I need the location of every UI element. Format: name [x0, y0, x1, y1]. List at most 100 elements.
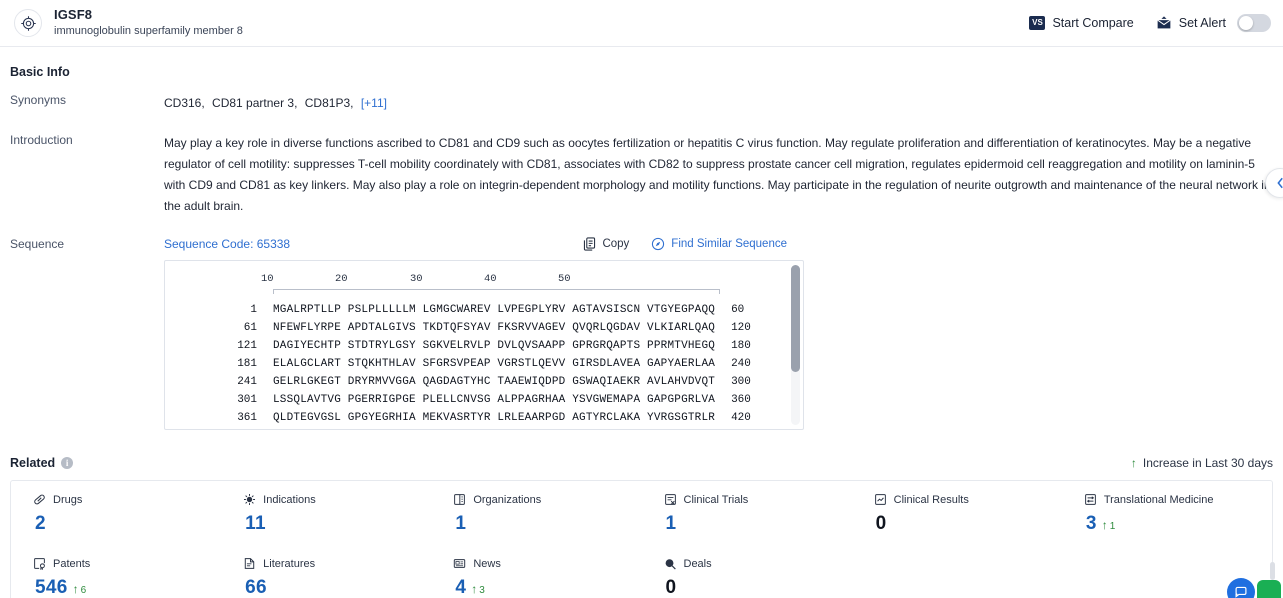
pill-icon	[33, 493, 46, 506]
card-label-row: Indications	[243, 493, 431, 506]
copy-button[interactable]: Copy	[583, 237, 629, 251]
card-value-row: 2	[33, 513, 221, 535]
patent-icon	[33, 557, 46, 570]
card-count: 4	[455, 577, 467, 598]
card-label-row: Translational Medicine	[1084, 493, 1272, 506]
info-icon[interactable]: i	[61, 457, 74, 469]
news-icon	[453, 557, 466, 570]
synonym-item: CD81 partner 3,	[212, 96, 298, 110]
card-value-row: 0	[874, 513, 1062, 535]
sequence-scrollbar-thumb[interactable]	[791, 265, 800, 372]
card-value-row: 1	[664, 513, 852, 535]
card-label-row: Clinical Results	[874, 493, 1062, 506]
related-card-clinical-trials[interactable]: Clinical Trials 1	[642, 481, 852, 545]
page-body: Basic Info Synonyms CD316, CD81 partner …	[0, 65, 1283, 598]
card-value-row: 11	[243, 513, 431, 535]
card-delta-value: 6	[80, 585, 87, 596]
sequence-residues: GELRLGKEGT DRYRMVVGGA QAGDAGTYHC TAAEWIQ…	[273, 376, 716, 388]
clinical-trial-icon	[664, 493, 677, 506]
copy-icon	[583, 237, 596, 251]
related-card-drugs[interactable]: Drugs 2	[11, 481, 221, 545]
card-label-row: Patents	[33, 557, 221, 570]
card-count: 66	[245, 577, 267, 598]
set-alert-button[interactable]: Set Alert	[1156, 14, 1271, 32]
card-count: 0	[875, 513, 887, 534]
sequence-residues: NFEWFLYRPE APDTALGIVS TKDTQFSYAV FKSRVVA…	[273, 322, 716, 334]
literature-icon	[243, 557, 256, 570]
sequence-tools: Copy Find Similar Sequence	[583, 237, 1273, 251]
related-card-patents[interactable]: Patents 546 ↑ 6	[11, 545, 221, 598]
virus-icon	[243, 493, 256, 506]
sequence-residues: LSSQLAVTVG PGERRIGPGE PLELLCNVSG ALPPAGR…	[273, 394, 716, 406]
sequence-end-index: 180	[731, 340, 751, 352]
chat-icon	[1234, 585, 1248, 598]
assistant-fab-button[interactable]	[1257, 580, 1281, 598]
card-label: News	[473, 557, 501, 570]
sequence-ruler: 10 20 30 40 50	[165, 273, 803, 297]
find-similar-sequence-button[interactable]: Find Similar Sequence	[651, 237, 787, 251]
sequence-end-index: 120	[731, 322, 751, 334]
card-label-row: Deals	[664, 557, 852, 570]
set-alert-toggle[interactable]	[1237, 14, 1271, 32]
ruler-tick: 20	[335, 273, 348, 285]
card-value-row: 546 ↑ 6	[33, 577, 221, 598]
translational-icon	[1084, 493, 1097, 506]
target-gene-icon	[14, 9, 42, 37]
ruler-line	[273, 289, 720, 294]
related-legend: ↑ Increase in Last 30 days	[1131, 456, 1273, 470]
card-count: 1	[455, 513, 467, 534]
chevron-left-icon	[1276, 177, 1283, 189]
sequence-line: 361 QLDTEGVGSL GPGYEGRHIA MEKVASRTYR LRL…	[165, 409, 803, 427]
deal-icon	[664, 557, 677, 570]
chat-fab-button[interactable]	[1227, 578, 1255, 598]
related-card-news[interactable]: News 4 ↑ 3	[431, 545, 641, 598]
card-delta-value: 3	[479, 585, 485, 596]
card-label: Drugs	[53, 493, 83, 506]
sequence-end-index: 300	[731, 376, 751, 388]
up-arrow-icon: ↑	[1101, 518, 1108, 532]
card-delta: ↑ 1	[1102, 518, 1116, 532]
start-compare-button[interactable]: VS Start Compare	[1029, 16, 1134, 30]
synonyms-label: Synonyms	[10, 93, 67, 107]
page-title: IGSF8	[54, 7, 93, 23]
sequence-code[interactable]: Sequence Code: 65338	[164, 237, 290, 251]
ruler-tick: 10	[261, 273, 274, 285]
card-label-row: Organizations	[453, 493, 641, 506]
start-compare-label: Start Compare	[1052, 16, 1134, 30]
sequence-line: 61 NFEWFLYRPE APDTALGIVS TKDTQFSYAV FKSR…	[165, 319, 803, 337]
card-value-row: 0	[664, 577, 852, 598]
sequence-line: 241 GELRLGKEGT DRYRMVVGGA QAGDAGTYHC TAA…	[165, 373, 803, 391]
related-card-deals[interactable]: Deals 0	[642, 545, 852, 598]
page-scrollbar-thumb[interactable]	[1270, 562, 1275, 580]
alert-bell-icon	[1156, 16, 1172, 30]
related-card-translational-medicine[interactable]: Translational Medicine 3 ↑ 1	[1062, 481, 1272, 545]
sequence-start-index: 61	[243, 322, 257, 334]
ruler-tick: 30	[410, 273, 423, 285]
related-legend-label: Increase in Last 30 days	[1142, 456, 1273, 470]
sequence-rows: 1 MGALRPTLLP PSLPLLLLLM LGMGCWAREV LVPEG…	[165, 301, 803, 427]
sequence-start-index: 301	[237, 394, 257, 406]
card-value-row: 1	[453, 513, 641, 535]
card-label-row: Clinical Trials	[664, 493, 852, 506]
ruler-tick: 40	[484, 273, 497, 285]
card-label-row: Literatures	[243, 557, 431, 570]
synonyms-more-link[interactable]: [+11]	[361, 96, 387, 110]
page-header: IGSF8 immunoglobulin superfamily member …	[0, 0, 1283, 47]
sequence-start-index: 121	[237, 340, 257, 352]
card-label: Patents	[53, 557, 91, 570]
related-card-literatures[interactable]: Literatures 66	[221, 545, 431, 598]
card-label: Indications	[263, 493, 316, 506]
related-card-clinical-results[interactable]: Clinical Results 0	[852, 481, 1062, 545]
synonyms-value: CD316, CD81 partner 3, CD81P3, [+11]	[164, 93, 1273, 113]
card-value-row: 3 ↑ 1	[1084, 513, 1272, 535]
related-card-indications[interactable]: Indications 11	[221, 481, 431, 545]
synonym-item: CD316,	[164, 96, 205, 110]
sequence-line: 181 ELALGCLART STQKHTHLAV SFGRSVPEAP VGR…	[165, 355, 803, 373]
synonym-item: CD81P3,	[304, 96, 354, 110]
card-count: 546	[35, 577, 68, 598]
card-count: 3	[1085, 513, 1097, 534]
related-card-organizations[interactable]: Organizations 1	[431, 481, 641, 545]
sequence-viewer[interactable]: 10 20 30 40 50 1 MGALRPTLLP PSLPLLLLLM L…	[164, 260, 804, 430]
sequence-residues: QLDTEGVGSL GPGYEGRHIA MEKVASRTYR LRLEAAR…	[273, 412, 716, 424]
introduction-row: Introduction May play a key role in dive…	[10, 133, 1273, 217]
